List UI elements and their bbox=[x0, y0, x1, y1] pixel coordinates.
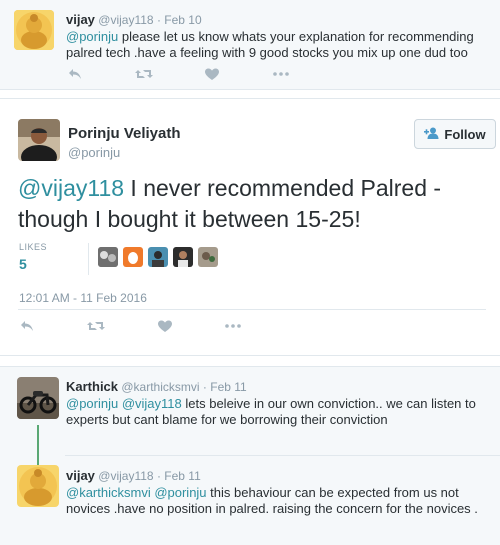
tweet-text: @vijay118 I never recommended Palred - t… bbox=[18, 175, 442, 232]
reply-header: vijay @vijay118 · Feb 10 bbox=[66, 12, 202, 27]
avatar-vijay[interactable] bbox=[17, 465, 59, 507]
likes-count[interactable]: 5 bbox=[19, 256, 27, 272]
author-name[interactable]: Karthick bbox=[66, 379, 118, 394]
reply-header: vijay @vijay118 · Feb 11 bbox=[66, 468, 201, 483]
more-icon[interactable] bbox=[272, 66, 290, 82]
reply-tweet-vijay-top[interactable]: vijay @vijay118 · Feb 10 @porinju please… bbox=[0, 0, 500, 90]
author-name[interactable]: Porinju Veliyath bbox=[68, 125, 181, 142]
author-name[interactable]: vijay bbox=[66, 12, 95, 27]
tweet-date[interactable]: Feb 11 bbox=[164, 469, 200, 483]
author-handle[interactable]: @porinju bbox=[68, 145, 120, 160]
divider bbox=[65, 455, 500, 456]
mention-link[interactable]: @vijay118 bbox=[18, 175, 124, 201]
tweet-actions bbox=[18, 318, 258, 334]
author-name[interactable]: vijay bbox=[66, 468, 95, 483]
main-tweet: Porinju Veliyath @porinju Follow @vijay1… bbox=[0, 98, 500, 356]
likes-label: LIKES bbox=[19, 242, 48, 252]
avatar-vijay[interactable] bbox=[14, 10, 54, 50]
retweet-icon[interactable] bbox=[87, 318, 105, 334]
tweet-actions bbox=[66, 66, 306, 82]
conversation-replies: Karthick @karthicksmvi · Feb 11 @porinju… bbox=[0, 366, 500, 545]
add-user-icon bbox=[424, 127, 439, 142]
liker-avatar[interactable] bbox=[148, 247, 168, 267]
author-handle[interactable]: @vijay118 bbox=[98, 13, 153, 27]
heart-icon[interactable] bbox=[156, 318, 174, 334]
liker-avatar[interactable] bbox=[173, 247, 193, 267]
liker-avatar[interactable] bbox=[123, 247, 143, 267]
follow-button[interactable]: Follow bbox=[414, 119, 496, 149]
tweet-timestamp[interactable]: 12:01 AM - 11 Feb 2016 bbox=[19, 291, 147, 305]
liker-avatar[interactable] bbox=[98, 247, 118, 267]
reply-header: Karthick @karthicksmvi · Feb 11 bbox=[66, 379, 247, 394]
liker-avatar[interactable] bbox=[198, 247, 218, 267]
divider bbox=[18, 309, 486, 310]
tweet-text: @karthicksmvi @porinju this behaviour ca… bbox=[66, 485, 478, 516]
tweet-text: @porinju @vijay118 lets beleive in our o… bbox=[66, 396, 476, 427]
follow-label: Follow bbox=[444, 126, 486, 142]
retweet-icon[interactable] bbox=[135, 66, 153, 82]
tweet-text: @porinju please let us know whats your e… bbox=[66, 29, 474, 60]
more-icon[interactable] bbox=[224, 318, 242, 334]
heart-icon[interactable] bbox=[203, 66, 221, 82]
reply-icon[interactable] bbox=[66, 66, 84, 82]
mention-link[interactable]: @porinju bbox=[66, 29, 118, 44]
tweet-date[interactable]: Feb 11 bbox=[210, 380, 246, 394]
tweet-date[interactable]: Feb 10 bbox=[164, 13, 201, 27]
avatar-karthick[interactable] bbox=[17, 377, 59, 419]
avatar-porinju[interactable] bbox=[18, 119, 60, 161]
author-handle[interactable]: @karthicksmvi bbox=[121, 380, 199, 394]
reply-icon[interactable] bbox=[18, 318, 36, 334]
likes-divider bbox=[88, 243, 89, 275]
mention-link[interactable]: @porinju @vijay118 bbox=[66, 396, 182, 411]
author-handle[interactable]: @vijay118 bbox=[98, 469, 153, 483]
mention-link[interactable]: @karthicksmvi @porinju bbox=[66, 485, 207, 500]
